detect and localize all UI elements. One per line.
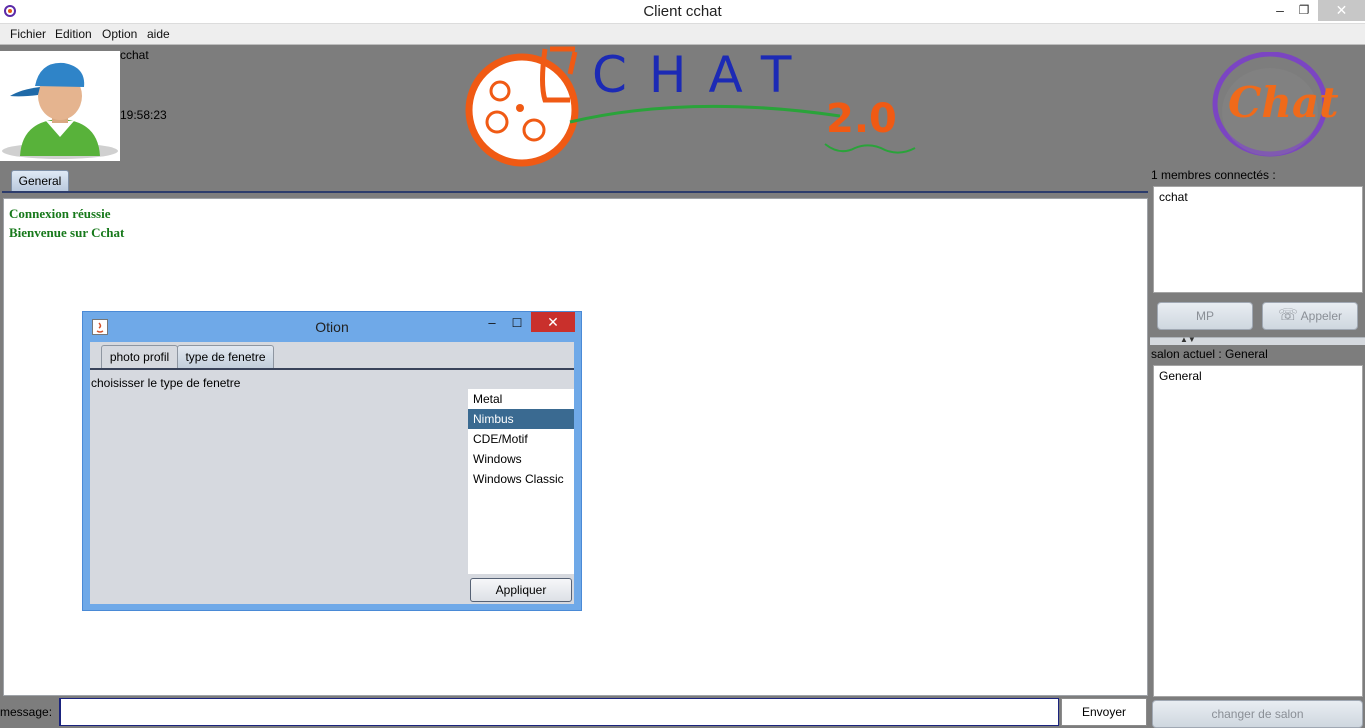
list-item-label: CDE/Motif <box>473 432 528 446</box>
dialog-title: Otion <box>315 319 349 335</box>
list-item[interactable]: Metal <box>468 389 574 409</box>
clock: 19:58:23 <box>120 108 167 122</box>
window-style-list[interactable]: Metal Nimbus CDE/Motif Windows Windows C… <box>468 389 574 574</box>
member-item[interactable]: cchat <box>1159 190 1188 204</box>
message-input[interactable] <box>59 698 1059 726</box>
logo-text: CHAT <box>592 46 814 104</box>
message-label: message: <box>0 705 53 719</box>
options-dialog: Otion – ☐ ✕ photo profil type de fenetre… <box>82 311 582 611</box>
tab-underline <box>2 191 1148 193</box>
brand-text: Chat <box>1228 78 1339 127</box>
list-item-label: Nimbus <box>473 412 514 426</box>
cchat-logo: CHAT 2.0 <box>460 44 920 168</box>
window-title: Client cchat <box>643 3 722 20</box>
chat-message: Connexion réussie <box>9 206 111 221</box>
list-item[interactable]: Windows Classic <box>468 469 574 489</box>
chat-message: Bienvenue sur Cchat <box>9 225 125 240</box>
panel-splitter[interactable]: ▲▼ <box>1150 335 1365 345</box>
list-item[interactable]: Windows <box>468 449 574 469</box>
change-salon-button[interactable]: changer de salon <box>1152 700 1363 728</box>
dialog-body: photo profil type de fenetre choisisser … <box>90 342 574 604</box>
menu-fichier[interactable]: Fichier <box>10 27 46 41</box>
tab-photo-profil[interactable]: photo profil <box>101 345 178 368</box>
apply-button[interactable]: Appliquer <box>470 578 572 602</box>
salon-list[interactable]: General <box>1153 365 1363 697</box>
close-button[interactable]: ✕ <box>1318 0 1365 21</box>
call-button[interactable]: ☏ Appeler <box>1262 302 1358 330</box>
menu-aide[interactable]: aide <box>147 27 170 41</box>
list-item-label: Metal <box>473 392 503 406</box>
list-item-selected[interactable]: Nimbus <box>468 409 574 429</box>
user-avatar-icon <box>2 62 118 159</box>
members-label: 1 membres connectés : <box>1151 168 1276 182</box>
dialog-close-button[interactable]: ✕ <box>531 312 575 332</box>
menu-bar: Fichier Edition Option aide <box>0 24 1365 45</box>
tab-general[interactable]: General <box>11 170 69 191</box>
salon-item[interactable]: General <box>1159 369 1202 383</box>
mp-button[interactable]: MP <box>1157 302 1253 330</box>
send-button[interactable]: Envoyer <box>1061 698 1147 726</box>
menu-option[interactable]: Option <box>102 27 137 41</box>
menu-edition[interactable]: Edition <box>55 27 92 41</box>
salon-label: salon actuel : General <box>1151 347 1268 361</box>
avatar <box>0 51 120 161</box>
list-item-label: Windows Classic <box>473 472 564 486</box>
dialog-tab-underline <box>90 368 574 370</box>
list-item[interactable]: CDE/Motif <box>468 429 574 449</box>
logo-version: 2.0 <box>826 96 897 142</box>
user-name: cchat <box>120 48 149 62</box>
brand-logo: Chat <box>1210 51 1365 162</box>
restore-button[interactable]: ❐ <box>1290 0 1318 21</box>
tab-type-de-fenetre[interactable]: type de fenetre <box>177 345 274 368</box>
dialog-maximize-button[interactable]: ☐ <box>508 314 526 332</box>
call-button-label: Appeler <box>1300 309 1343 323</box>
members-list[interactable]: cchat <box>1153 186 1363 293</box>
list-item-label: Windows <box>473 452 522 466</box>
dialog-prompt: choisisser le type de fenetre <box>91 376 241 390</box>
phone-icon: ☏ <box>1277 307 1298 324</box>
window-title-bar: Client cchat – ❐ ✕ <box>0 0 1365 24</box>
split-arrows-icon[interactable]: ▲▼ <box>1180 335 1196 344</box>
dialog-minimize-button[interactable]: – <box>483 314 501 332</box>
